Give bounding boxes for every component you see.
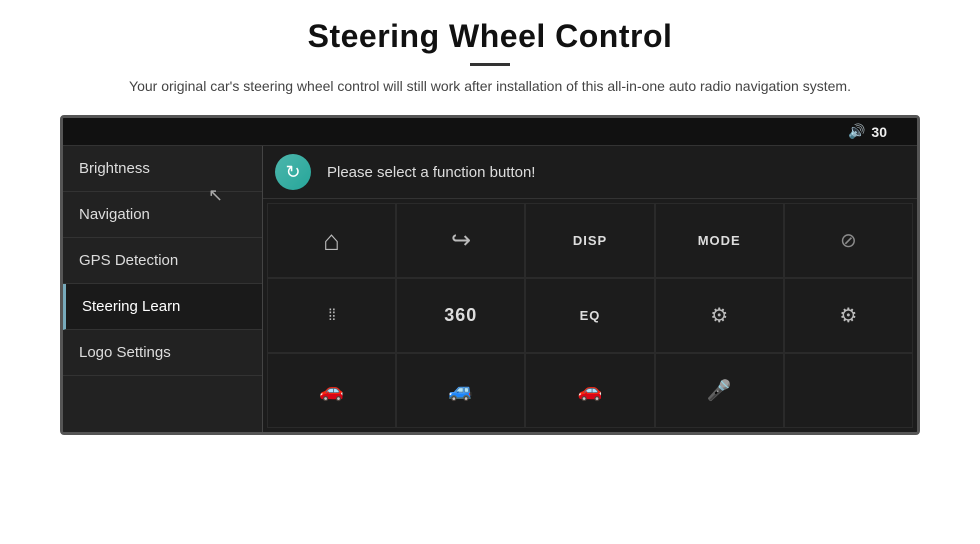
mode-label: MODE: [698, 233, 741, 248]
car2-icon: 🚙: [448, 378, 473, 403]
volume-number: 30: [871, 124, 887, 140]
function-bar: ↻ Please select a function button!: [263, 146, 917, 199]
grid-cell-mode[interactable]: MODE: [655, 203, 784, 278]
360-label: 360: [444, 305, 477, 326]
settings2-icon: ⚙: [710, 303, 728, 328]
home-icon: ⌂: [323, 225, 340, 257]
sidebar: Brightness Navigation GPS Detection Stee…: [63, 146, 263, 432]
grid-cell-settings2[interactable]: ⚙: [655, 278, 784, 353]
sidebar-label-steering: Steering Learn: [82, 298, 180, 315]
settings3-icon: ⚙: [839, 303, 857, 328]
sidebar-item-gps-detection[interactable]: GPS Detection: [63, 238, 262, 284]
mic-icon: 🎤: [707, 378, 732, 403]
grid-cell-mic[interactable]: 🎤: [655, 353, 784, 428]
sidebar-item-brightness[interactable]: Brightness: [63, 146, 262, 192]
grid-cell-settings3[interactable]: ⚙: [784, 278, 913, 353]
header-section: Steering Wheel Control Your original car…: [69, 0, 911, 107]
top-bar: 🔊 30: [63, 118, 917, 146]
title-divider: [470, 63, 510, 66]
device-screen: 🔊 30 Brightness Navigation GPS Detection…: [60, 115, 920, 435]
back-icon: ↩: [451, 226, 471, 255]
sidebar-label-gps: GPS Detection: [79, 252, 178, 269]
disp-label: DISP: [573, 233, 607, 248]
sidebar-label-logo: Logo Settings: [79, 344, 171, 361]
sidebar-item-steering-learn[interactable]: Steering Learn: [63, 284, 262, 330]
grid-cell-disp[interactable]: DISP: [525, 203, 654, 278]
sidebar-item-navigation[interactable]: Navigation: [63, 192, 262, 238]
buttons-grid: ⌂ ↩ DISP MODE ⊘ ⁞⁞: [263, 199, 917, 432]
subtitle-text: Your original car's steering wheel contr…: [129, 76, 851, 97]
main-content: Brightness Navigation GPS Detection Stee…: [63, 146, 917, 432]
function-prompt: Please select a function button!: [327, 164, 535, 181]
grid-cell-eq[interactable]: EQ: [525, 278, 654, 353]
refresh-icon[interactable]: ↻: [275, 154, 311, 190]
tuner-icon: ⁞⁞: [328, 307, 335, 325]
grid-cell-back[interactable]: ↩: [396, 203, 525, 278]
grid-cell-car2[interactable]: 🚙: [396, 353, 525, 428]
sidebar-label-navigation: Navigation: [79, 206, 150, 223]
grid-cell-phone-off[interactable]: ⊘: [784, 203, 913, 278]
page-title: Steering Wheel Control: [129, 18, 851, 55]
page-container: Steering Wheel Control Your original car…: [0, 0, 980, 544]
eq-label: EQ: [580, 308, 601, 323]
sidebar-item-logo-settings[interactable]: Logo Settings: [63, 330, 262, 376]
phone-off-icon: ⊘: [840, 228, 857, 253]
car1-icon: 🚗: [319, 378, 344, 403]
grid-cell-home[interactable]: ⌂: [267, 203, 396, 278]
right-panel: ↻ Please select a function button! ⌂ ↩ D…: [263, 146, 917, 432]
grid-cell-car3[interactable]: 🚗: [525, 353, 654, 428]
volume-icon: 🔊: [848, 123, 865, 140]
grid-cell-empty: [784, 353, 913, 428]
grid-cell-tuner[interactable]: ⁞⁞: [267, 278, 396, 353]
car3-icon: 🚗: [578, 378, 603, 403]
sidebar-label-brightness: Brightness: [79, 160, 150, 177]
grid-cell-car1[interactable]: 🚗: [267, 353, 396, 428]
grid-cell-360[interactable]: 360: [396, 278, 525, 353]
